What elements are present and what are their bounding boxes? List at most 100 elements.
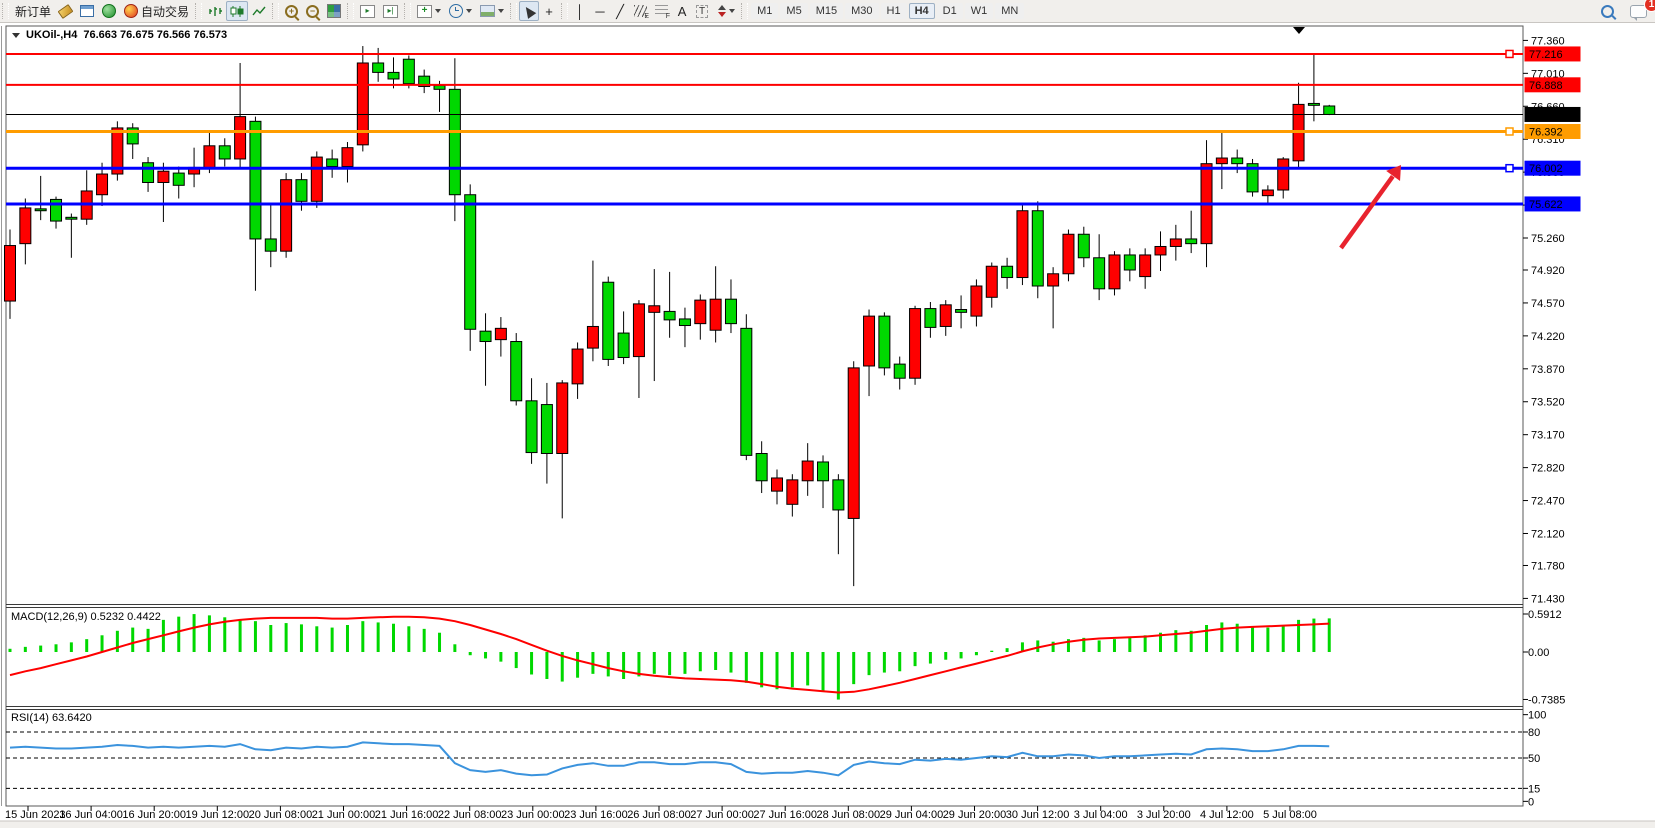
price-badge-label: 76.888 bbox=[1529, 80, 1563, 92]
crosshair-icon: + bbox=[545, 5, 553, 18]
date-label: 3 Jul 04:00 bbox=[1074, 809, 1128, 821]
fibonacci-icon bbox=[655, 5, 668, 17]
toolbar-grip[interactable] bbox=[347, 3, 354, 19]
community-button[interactable] bbox=[98, 1, 120, 21]
toolbar-grip[interactable] bbox=[272, 3, 279, 19]
candle-body bbox=[879, 316, 890, 368]
line-handle[interactable] bbox=[1506, 165, 1513, 172]
text-label-tool-button[interactable]: T bbox=[692, 1, 712, 21]
autotrade-button[interactable]: 自动交易 bbox=[120, 1, 193, 21]
candle-body bbox=[787, 480, 798, 504]
gavel-button[interactable] bbox=[55, 1, 76, 21]
candlestick-chart-button[interactable] bbox=[226, 1, 248, 21]
templates-button[interactable] bbox=[476, 1, 508, 21]
toolbar-grip[interactable] bbox=[561, 3, 568, 19]
candle-body bbox=[1262, 190, 1273, 196]
price-tick-label: 74.220 bbox=[1531, 331, 1565, 343]
macd-axis-label: -0.7385 bbox=[1528, 694, 1565, 706]
horizontal-line-tool-button[interactable]: ─ bbox=[590, 1, 610, 21]
tile-windows-button[interactable] bbox=[323, 1, 345, 21]
chevron-down-icon bbox=[466, 9, 472, 13]
timeframe-m15[interactable]: M15 bbox=[810, 3, 843, 19]
toolbar-grip[interactable] bbox=[741, 3, 748, 19]
crosshair-tool-button[interactable]: + bbox=[539, 1, 559, 21]
toolbar-grip[interactable] bbox=[2, 3, 9, 19]
toolbar-grip[interactable] bbox=[404, 3, 411, 19]
date-label: 30 Jun 12:00 bbox=[1006, 809, 1070, 821]
date-label: 27 Jun 00:00 bbox=[690, 809, 754, 821]
line-handle[interactable] bbox=[1506, 128, 1513, 135]
price-badge-label: 76.573 bbox=[1529, 109, 1563, 121]
candle-body bbox=[649, 306, 660, 313]
channel-tool-button[interactable] bbox=[630, 1, 651, 21]
rsi-axis-label: 50 bbox=[1528, 753, 1540, 765]
cursor-tool-button[interactable] bbox=[519, 1, 539, 21]
chart-canvas[interactable]: 77.36077.01076.66076.31075.96075.61075.2… bbox=[0, 23, 1655, 828]
timeframe-h4[interactable]: H4 bbox=[909, 3, 935, 19]
candle-body bbox=[1216, 158, 1227, 164]
price-tick-label: 73.870 bbox=[1531, 364, 1565, 376]
date-label: 21 Jun 00:00 bbox=[312, 809, 376, 821]
fibonacci-tool-button[interactable] bbox=[651, 1, 672, 21]
zoom-out-button[interactable]: − bbox=[302, 1, 323, 21]
notifications-button[interactable]: 1 bbox=[1618, 1, 1651, 21]
date-label: 23 Jun 16:00 bbox=[564, 809, 628, 821]
candle-body bbox=[864, 316, 875, 366]
new-order-button[interactable]: 新订单 bbox=[11, 1, 55, 21]
gavel-icon bbox=[58, 4, 74, 19]
price-badge-label: 76.002 bbox=[1529, 163, 1563, 175]
auto-scroll-icon: ▸ bbox=[360, 5, 375, 18]
timeframe-h1[interactable]: H1 bbox=[881, 3, 907, 19]
trendline-tool-button[interactable]: ╱ bbox=[610, 1, 630, 21]
timeframe-m30[interactable]: M30 bbox=[845, 3, 878, 19]
date-label: 16 Jun 20:00 bbox=[122, 809, 186, 821]
candle-body bbox=[204, 146, 215, 169]
bars-chart-button[interactable] bbox=[204, 1, 226, 21]
candle-body bbox=[664, 311, 675, 319]
toolbar-grip[interactable] bbox=[510, 3, 517, 19]
date-label: 15 Jun 2023 bbox=[5, 809, 66, 821]
timeframe-d1[interactable]: D1 bbox=[937, 3, 963, 19]
chart-shift-button[interactable]: ▸| bbox=[379, 1, 402, 21]
candle-body bbox=[833, 480, 844, 510]
candle-body bbox=[1032, 211, 1043, 286]
candlestick-chart-icon bbox=[230, 5, 244, 18]
date-label: 28 Jun 08:00 bbox=[816, 809, 880, 821]
auto-scroll-button[interactable]: ▸ bbox=[356, 1, 379, 21]
timeframe-mn[interactable]: MN bbox=[995, 3, 1024, 19]
toolbar-grip[interactable] bbox=[195, 3, 202, 19]
candle-body bbox=[1078, 234, 1089, 258]
indicators-button[interactable]: + bbox=[413, 1, 445, 21]
candle-body bbox=[511, 342, 522, 401]
chevron-down-icon bbox=[729, 9, 735, 13]
timeframe-w1[interactable]: W1 bbox=[965, 3, 994, 19]
price-badge-label: 77.216 bbox=[1529, 49, 1563, 61]
vertical-line-tool-button[interactable]: │ bbox=[570, 1, 590, 21]
candle-body bbox=[633, 304, 644, 357]
candle-body bbox=[143, 163, 154, 183]
trading-terminal: 新订单 自动交易 + − ▸ ▸| + + │ ─ ╱ A T M1M5M15M… bbox=[0, 0, 1655, 828]
date-label: 4 Jul 12:00 bbox=[1200, 809, 1254, 821]
candle-body bbox=[848, 368, 859, 519]
line-handle[interactable] bbox=[1506, 50, 1513, 57]
search-button[interactable] bbox=[1597, 1, 1618, 21]
periods-button[interactable] bbox=[445, 1, 476, 21]
candle-body bbox=[802, 461, 813, 481]
price-tick-label: 71.780 bbox=[1531, 560, 1565, 572]
candle-body bbox=[603, 282, 614, 359]
zoom-in-button[interactable]: + bbox=[281, 1, 302, 21]
chart-window-button[interactable] bbox=[76, 1, 98, 21]
candle-body bbox=[35, 209, 46, 211]
timeframe-m1[interactable]: M1 bbox=[751, 3, 778, 19]
chart-background bbox=[0, 23, 1655, 828]
line-chart-button[interactable] bbox=[248, 1, 270, 21]
timeframe-m5[interactable]: M5 bbox=[780, 3, 807, 19]
search-icon bbox=[1601, 5, 1614, 18]
candle-body bbox=[1094, 258, 1105, 289]
candle-body bbox=[526, 401, 537, 453]
text-tool-button[interactable]: A bbox=[672, 1, 692, 21]
candle-body bbox=[695, 300, 706, 324]
candle-body bbox=[925, 309, 936, 328]
arrow-objects-button[interactable] bbox=[712, 1, 739, 21]
candle-body bbox=[1155, 246, 1166, 254]
